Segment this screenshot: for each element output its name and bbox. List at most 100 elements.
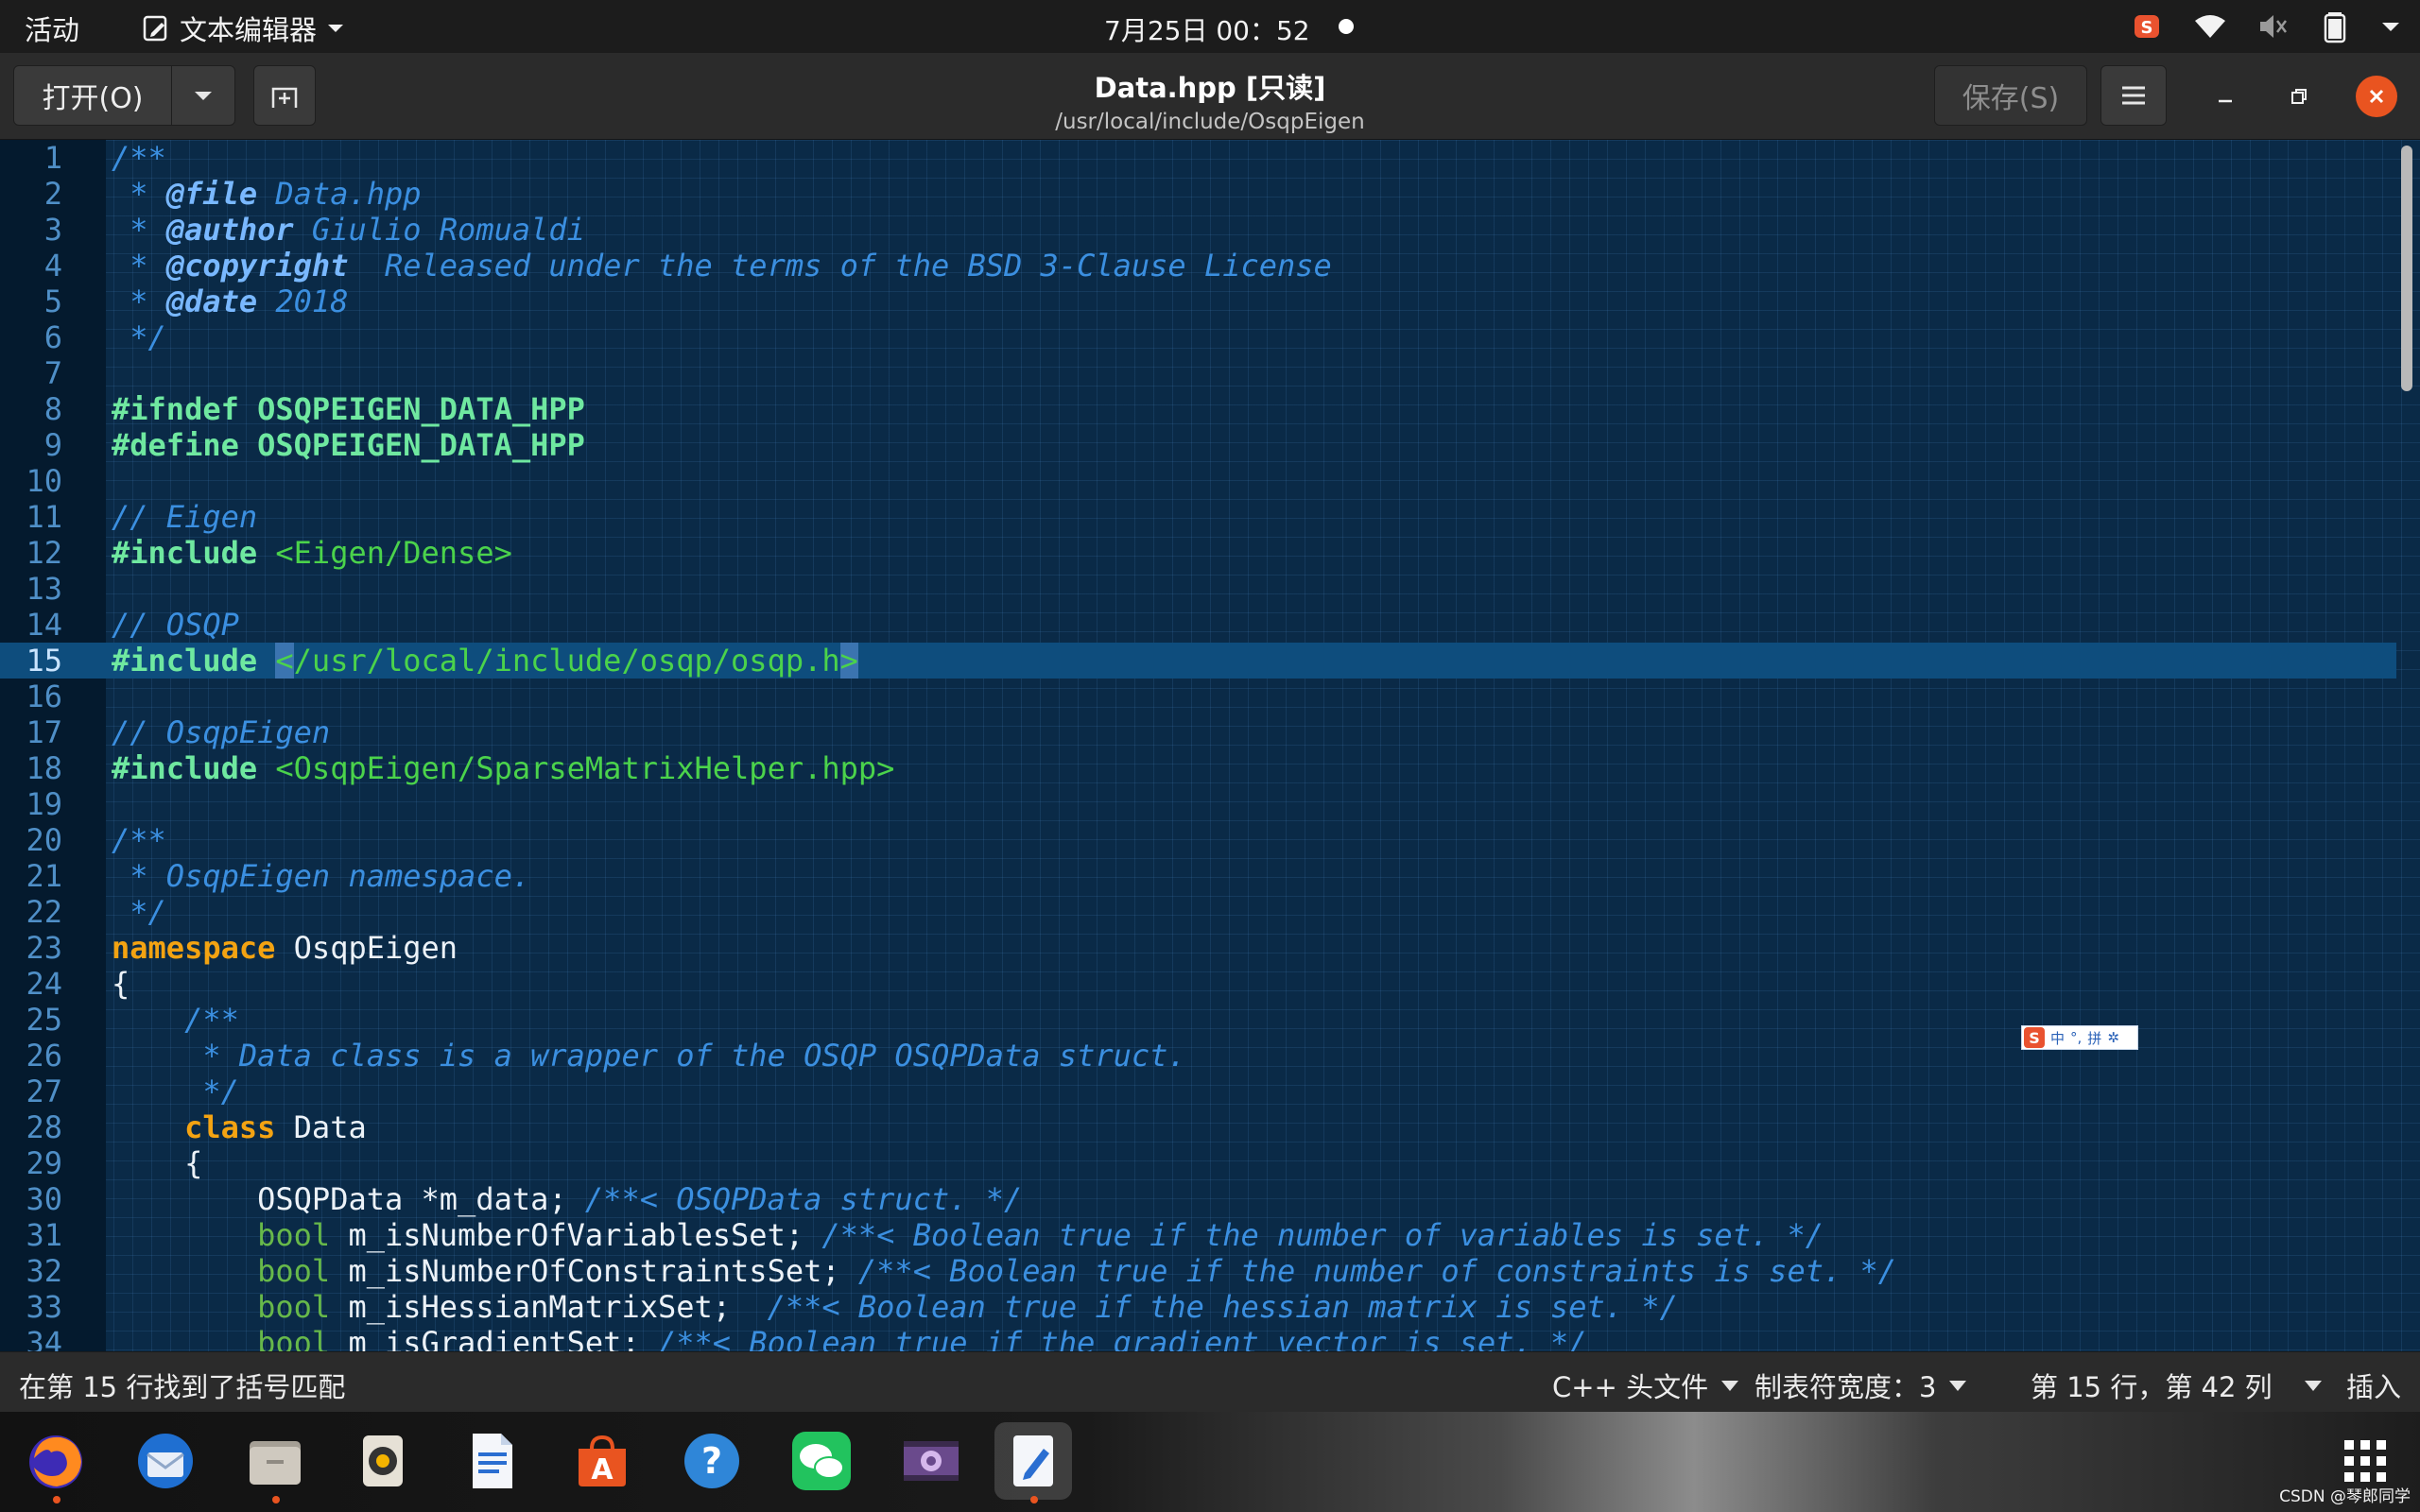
open-recent-dropdown[interactable] [171, 65, 235, 126]
code-line[interactable]: 3 * @author Giulio Romualdi [0, 212, 2396, 248]
line-number: 15 [26, 643, 62, 679]
code-area[interactable]: 1 /** 2 * @file Data.hpp 3 * @author Giul… [0, 140, 2396, 1351]
dock-item-wechat[interactable] [783, 1422, 860, 1500]
tab-width-selector[interactable]: 制表符宽度：3 [1754, 1366, 1967, 1405]
code-line[interactable]: 17 // OsqpEigen [0, 714, 2396, 750]
save-button[interactable]: 保存(S) [1934, 65, 2087, 126]
line-number: 17 [26, 714, 62, 750]
dock-item-writer[interactable] [454, 1422, 531, 1500]
code-text: { [112, 966, 130, 1002]
minimize-button[interactable] [2206, 77, 2244, 115]
open-button[interactable]: 打开(O) [13, 65, 172, 126]
code-line[interactable]: 16 [0, 679, 2396, 714]
code-line[interactable]: 27 */ [0, 1074, 2396, 1109]
volume-muted-icon[interactable] [2256, 9, 2290, 43]
code-text: /**< Boolean true if the hessian matrix … [767, 1289, 1678, 1325]
code-text: #include [112, 643, 276, 679]
code-line[interactable]: 18 #include <OsqpEigen/SparseMatrixHelper… [0, 750, 2396, 786]
code-line[interactable]: 6 */ [0, 319, 2396, 355]
code-line[interactable]: 13 [0, 571, 2396, 607]
code-line[interactable]: 30 OSQPData *m_data; /**< OSQPData struc… [0, 1181, 2396, 1217]
new-tab-button[interactable] [253, 65, 316, 126]
code-text: #ifndef OSQPEIGEN_DATA_HPP [112, 391, 585, 427]
current-line[interactable]: 15 #include </usr/local/include/osqp/osqp… [0, 643, 2396, 679]
code-text: OsqpEigen [275, 930, 458, 966]
code-line[interactable]: 4 * @copyright Released under the terms … [0, 248, 2396, 284]
software-center-icon: A [579, 1435, 626, 1486]
code-line[interactable]: 33 bool m_isHessianMatrixSet; /**< Boole… [0, 1289, 2396, 1325]
code-text: * Data class is a wrapper of the OSQP OS… [112, 1038, 1186, 1074]
line-number: 1 [43, 140, 62, 176]
close-icon [2369, 89, 2384, 104]
code-line[interactable]: 5 * @date 2018 [0, 284, 2396, 319]
code-line[interactable]: 1 /** [0, 140, 2396, 176]
svg-text:S: S [2141, 18, 2153, 38]
writer-icon [473, 1434, 512, 1488]
firefox-icon [29, 1435, 82, 1488]
dock-item-files[interactable] [236, 1422, 314, 1503]
activities-button[interactable]: 活动 [25, 9, 79, 48]
dock-item-software[interactable]: A [563, 1422, 641, 1500]
dock-item-firefox[interactable] [17, 1422, 95, 1503]
close-button[interactable] [2356, 76, 2397, 117]
running-indicator [1030, 1496, 1038, 1503]
vertical-scrollbar[interactable] [2401, 146, 2412, 391]
line-number: 8 [43, 391, 62, 427]
code-line[interactable]: 20 /** [0, 822, 2396, 858]
code-line[interactable]: 8 #ifndef OSQPEIGEN_DATA_HPP [0, 391, 2396, 427]
main-menu-button[interactable] [2100, 65, 2167, 126]
dock-item-rhythmbox[interactable] [344, 1422, 422, 1500]
restore-button[interactable] [2280, 77, 2318, 115]
dock-item-help[interactable]: ? [673, 1422, 751, 1500]
code-line[interactable]: 10 [0, 463, 2396, 499]
code-line[interactable]: 21 * OsqpEigen namespace. [0, 858, 2396, 894]
help-icon: ? [684, 1434, 739, 1488]
code-line[interactable]: 23 namespace OsqpEigen [0, 930, 2396, 966]
system-tray[interactable]: S [2131, 9, 2401, 43]
app-menu[interactable]: 文本编辑器 [142, 9, 345, 48]
code-line[interactable]: 34 bool m_isGradientSet; /**< Boolean tr… [0, 1325, 2396, 1351]
code-line[interactable]: 7 [0, 355, 2396, 391]
code-line[interactable]: 19 [0, 786, 2396, 822]
ime-mode-toggle[interactable]: 拼 [2087, 1028, 2101, 1048]
clock[interactable]: 7月25日 00：52 [1104, 10, 1310, 48]
code-line[interactable]: 9 #define OSQPEIGEN_DATA_HPP [0, 427, 2396, 463]
code-text: namespace [112, 930, 276, 966]
ime-settings-icon[interactable]: ✲ [2107, 1029, 2119, 1046]
dock-item-video[interactable] [892, 1422, 970, 1500]
ime-language-toggle[interactable]: 中 [2050, 1028, 2065, 1048]
code-line[interactable]: 28 class Data [0, 1109, 2396, 1145]
code-text: /** [112, 1002, 239, 1038]
sogou-tray-icon[interactable]: S [2131, 9, 2165, 43]
text-editor-view[interactable]: 1 /** 2 * @file Data.hpp 3 * @author Giul… [0, 140, 2420, 1351]
chevron-down-icon [195, 92, 212, 100]
language-selector[interactable]: C++ 头文件 [1552, 1366, 1739, 1405]
code-line[interactable]: 31 bool m_isNumberOfVariablesSet; /**< B… [0, 1217, 2396, 1253]
code-line[interactable]: 32 bool m_isNumberOfConstraintsSet; /**<… [0, 1253, 2396, 1289]
code-text: * [112, 248, 166, 284]
battery-icon[interactable] [2318, 9, 2352, 43]
code-text: bool [257, 1325, 331, 1351]
code-text: Data [275, 1109, 367, 1145]
cursor-position-selector[interactable]: 第 15 行，第 42 列 [2031, 1366, 2322, 1405]
dock-item-text-editor[interactable] [994, 1422, 1072, 1503]
ime-punctuation-toggle[interactable]: °, [2070, 1029, 2082, 1046]
insert-mode-indicator[interactable]: 插入 [2346, 1366, 2401, 1405]
code-line[interactable]: 12 #include <Eigen/Dense> [0, 535, 2396, 571]
window-title: Data.hpp [只读] /usr/local/include/OsqpEig… [1021, 66, 1399, 134]
system-menu-chevron-icon[interactable] [2380, 19, 2401, 34]
code-line[interactable]: 2 * @file Data.hpp [0, 176, 2396, 212]
dock-item-thunderbird[interactable] [127, 1422, 204, 1500]
wifi-icon[interactable] [2193, 9, 2227, 43]
chevron-down-icon [328, 25, 344, 32]
code-line[interactable]: 11 // Eigen [0, 499, 2396, 535]
code-line[interactable]: 14 // OSQP [0, 607, 2396, 643]
code-line[interactable]: 24 { [0, 966, 2396, 1002]
code-text: // OsqpEigen [112, 714, 331, 750]
code-line[interactable]: 29 { [0, 1145, 2396, 1181]
show-applications-icon[interactable] [2342, 1438, 2388, 1484]
code-line[interactable]: 22 */ [0, 894, 2396, 930]
ime-toolbar[interactable]: S 中 °, 拼 ✲ [2021, 1025, 2138, 1050]
